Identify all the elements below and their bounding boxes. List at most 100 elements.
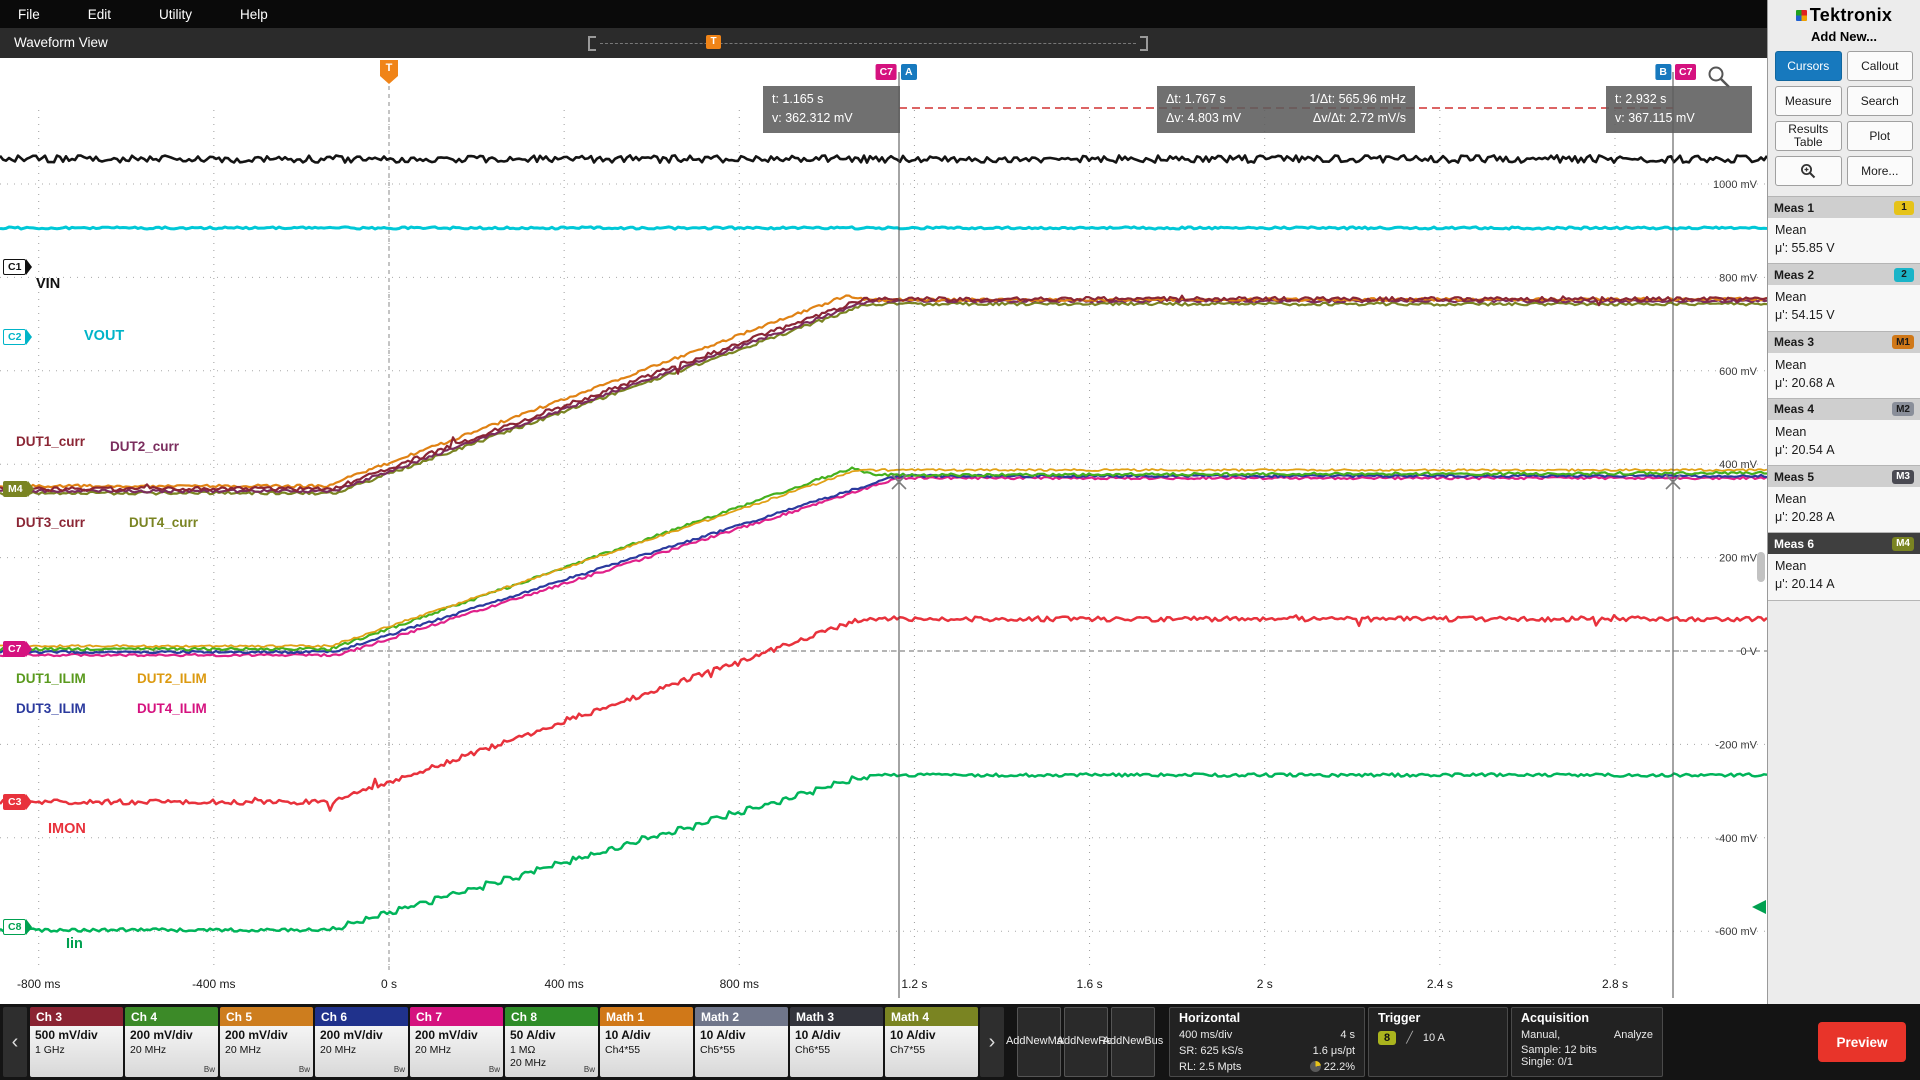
x-axis-label: 2.8 s [1602,977,1628,991]
measurement-item-meas-1[interactable]: Meas 11Meanμ': 55.85 V [1768,197,1920,264]
measurement-header[interactable]: Meas 22 [1768,264,1920,285]
menu-help[interactable]: Help [216,7,292,22]
measurement-body: Meanμ': 20.28 A [1768,487,1920,532]
channel-badge-ch-4[interactable]: Ch 4200 mV/div20 MHzBw [125,1007,218,1077]
record-view-right-bracket[interactable] [1140,36,1148,51]
measurement-stat: Mean [1775,490,1913,508]
measurement-item-meas-6[interactable]: Meas 6M4Meanμ': 20.14 A [1768,533,1920,600]
measurement-body: Meanμ': 54.15 V [1768,285,1920,330]
channel-badge-ch-8[interactable]: Ch 850 A/div1 MΩ20 MHzBw [505,1007,598,1077]
record-view-left-bracket[interactable] [588,36,596,51]
badge-scroll-left-button[interactable]: ‹ [3,1007,27,1077]
channel-badge-settings: 10 A/divCh6*55 [790,1026,883,1077]
record-view-range-line [600,43,1136,44]
horizontal-scale: 400 ms/div [1179,1028,1232,1044]
cursor-b-source-badge[interactable]: C7 [1675,64,1696,80]
y-axis-label: 1000 mV [1713,179,1758,191]
trigger-marker[interactable]: T [380,60,398,76]
measurement-source-badge: M3 [1892,470,1914,484]
measurement-item-meas-3[interactable]: Meas 3M1Meanμ': 20.68 A [1768,332,1920,399]
cursor-b-value: v: 367.115 mV [1615,109,1743,128]
oscilloscope-app: FileEditUtilityHelp Waveform View T -800… [0,0,1920,1080]
menu-utility[interactable]: Utility [135,7,216,22]
waveform-display[interactable]: -800 ms-400 ms0 s400 ms800 ms1.2 s1.6 s2… [0,58,1767,1004]
channel-badge-line: 10 A/div [890,1028,973,1044]
measurement-item-meas-5[interactable]: Meas 5M3Meanμ': 20.28 A [1768,466,1920,533]
channel-ref-badge-c3[interactable]: C3 [3,794,32,810]
measurement-header[interactable]: Meas 6M4 [1768,533,1920,554]
waveform-plot[interactable]: -800 ms-400 ms0 s400 ms800 ms1.2 s1.6 s2… [0,58,1767,1004]
cursor-delta-t: Δt: 1.767 s [1166,90,1226,109]
cursor-a-readout[interactable]: t: 1.165 s v: 362.312 mV [763,86,900,133]
channel-badge-math-1[interactable]: Math 110 A/divCh4*55 [600,1007,693,1077]
channel-badge-title: Math 3 [790,1007,883,1026]
cursor-inv-delta-t: 1/Δt: 565.96 mHz [1309,90,1406,109]
measurement-name: Meas 3 [1774,335,1814,349]
channel-ref-badge-tip-icon [28,481,34,497]
trigger-panel[interactable]: Trigger 8 ╱ 10 A [1368,1007,1508,1077]
acquisition-panel[interactable]: Acquisition Manual, Analyze Sample: 12 b… [1511,1007,1663,1077]
x-axis-label: 0 s [381,977,397,991]
channel-badge-title: Math 2 [695,1007,788,1026]
badge-scroll-right-button[interactable]: › [980,1007,1004,1077]
x-axis-label: 400 ms [544,977,583,991]
measurement-value: μ': 20.14 A [1775,575,1913,593]
horizontal-panel[interactable]: Horizontal 400 ms/div 4 s SR: 625 kS/s 1… [1169,1007,1365,1077]
add-new-math-button[interactable]: AddNewMath [1017,1007,1061,1077]
sidebar-button-search[interactable]: Search [1847,86,1914,116]
channel-badge-ch-5[interactable]: Ch 5200 mV/div20 MHzBw [220,1007,313,1077]
channel-ref-badge-c8[interactable]: C8 [3,919,32,935]
record-view-trigger-icon[interactable]: T [706,35,721,49]
measurement-name: Meas 2 [1774,268,1814,282]
channel-ref-badge-tip-icon [26,794,32,810]
right-sidebar: Tektronix Add New... CursorsCalloutMeasu… [1767,0,1920,1004]
channel-badge-math-3[interactable]: Math 310 A/divCh6*55 [790,1007,883,1077]
sidebar-button-zoom[interactable] [1775,156,1842,186]
menu-edit[interactable]: Edit [64,7,135,22]
channel-badge-ch-3[interactable]: Ch 3500 mV/div1 GHz [30,1007,123,1077]
sidebar-button-callout[interactable]: Callout [1847,51,1914,81]
channel-badge-math-2[interactable]: Math 210 A/divCh5*55 [695,1007,788,1077]
channel-ref-badge-m4[interactable]: M4 [3,481,34,497]
channel-badge-ch-7[interactable]: Ch 7200 mV/div20 MHzBw [410,1007,503,1077]
measurement-item-meas-4[interactable]: Meas 4M2Meanμ': 20.54 A [1768,399,1920,466]
measurement-body: Meanμ': 20.68 A [1768,353,1920,398]
x-axis-label: 800 ms [720,977,759,991]
signal-label-dut1-curr: DUT1_curr [16,434,85,449]
add-new-bus-button[interactable]: AddNewBus [1111,1007,1155,1077]
add-new-ref-button[interactable]: AddNewRef [1064,1007,1108,1077]
view-title: Waveform View [14,35,108,50]
tektronix-logo-text: Tektronix [1810,5,1892,25]
sidebar-button-results-table[interactable]: Results Table [1775,121,1842,151]
cursor-a-source-badge[interactable]: C7 [876,64,897,80]
measurement-header[interactable]: Meas 5M3 [1768,466,1920,487]
cursor-b-readout[interactable]: t: 2.932 s v: 367.115 mV [1606,86,1752,133]
measurement-header[interactable]: Meas 11 [1768,197,1920,218]
sidebar-button-cursors[interactable]: Cursors [1775,51,1842,81]
channel-badge-settings: 200 mV/div20 MHzBw [315,1026,408,1077]
sidebar-divider-handle[interactable] [1757,552,1765,582]
sidebar-button-plot[interactable]: Plot [1847,121,1914,151]
channel-ref-badge-c2[interactable]: C2 [3,329,32,345]
x-axis-label: 1.2 s [901,977,927,991]
measurement-header[interactable]: Meas 3M1 [1768,332,1920,353]
preview-button[interactable]: Preview [1818,1022,1906,1062]
cursor-a-badge[interactable]: A [901,64,917,80]
tektronix-logo: Tektronix [1768,0,1920,26]
measurement-stat: Mean [1775,288,1913,306]
channel-ref-badge-c1[interactable]: C1 [3,259,32,275]
channel-badge-math-4[interactable]: Math 410 A/divCh7*55 [885,1007,978,1077]
channel-badge-line: 10 A/div [795,1028,878,1044]
sidebar-button-more[interactable]: More... [1847,156,1914,186]
cursor-delta-v: Δv: 4.803 mV [1166,109,1241,128]
trigger-source-badge[interactable]: 8 [1378,1031,1396,1045]
signal-label-dut2-curr: DUT2_curr [110,439,179,454]
measurement-item-meas-2[interactable]: Meas 22Meanμ': 54.15 V [1768,264,1920,331]
channel-badge-ch-6[interactable]: Ch 6200 mV/div20 MHzBw [315,1007,408,1077]
cursor-b-badge[interactable]: B [1655,64,1671,80]
channel-ref-badge-c7[interactable]: C7 [3,641,32,657]
menu-file[interactable]: File [0,7,64,22]
sidebar-button-measure[interactable]: Measure [1775,86,1842,116]
measurement-header[interactable]: Meas 4M2 [1768,399,1920,420]
channel-badge-line: 500 mV/div [35,1028,118,1044]
